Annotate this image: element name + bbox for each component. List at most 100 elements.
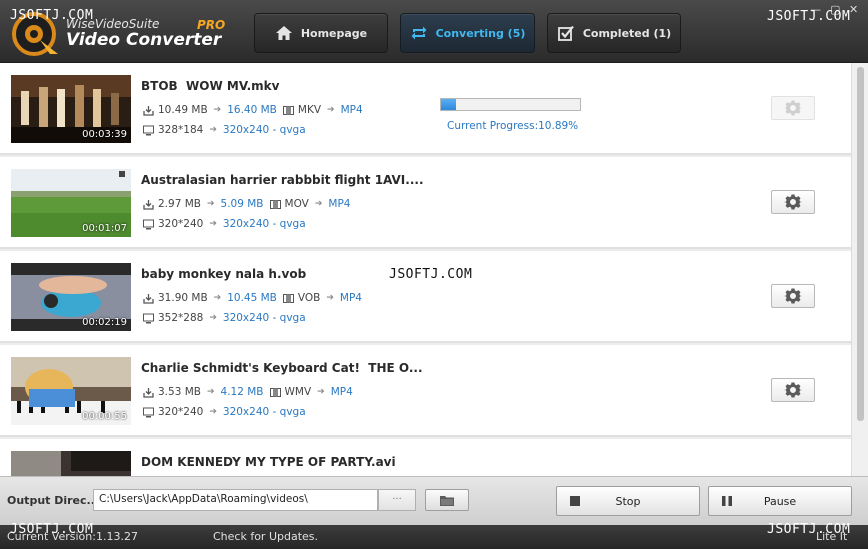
output-directory-field[interactable]: C:\Users\Jack\AppData\Roaming\videos\ — [93, 489, 378, 511]
monitor-icon — [143, 313, 154, 323]
status-bar: Current Version:1.13.27 Check for Update… — [0, 525, 868, 549]
film-icon — [282, 293, 294, 303]
video-title: DOM KENNEDY MY TYPE OF PARTY.avi — [141, 455, 396, 469]
settings-button[interactable] — [771, 378, 815, 402]
monitor-icon — [143, 219, 154, 229]
watermark: JSOFTJ.COM — [10, 8, 94, 23]
progress-fill — [441, 99, 457, 110]
checkbox-icon — [557, 25, 574, 41]
format-out: MP4 — [328, 198, 351, 210]
progress-bar — [440, 98, 581, 111]
size-in: 10.49 MB — [158, 104, 208, 116]
arrow-icon: ➔ — [314, 199, 323, 209]
pause-button[interactable]: Pause — [708, 486, 852, 516]
format-out: MP4 — [330, 386, 353, 398]
resolution-out[interactable]: 320x240 - qvga — [223, 406, 306, 418]
list-item: DOM KENNEDY MY TYPE OF PARTY.avi — [0, 439, 851, 476]
video-title: Charlie Schmidt's Keyboard Cat! THE O... — [141, 361, 423, 375]
size-in: 2.97 MB — [158, 198, 201, 210]
resolution-row: 320*240 ➔ 320x240 - qvga — [143, 218, 306, 230]
monitor-icon — [143, 125, 154, 135]
gear-icon — [784, 100, 802, 116]
size-out: 16.40 MB — [227, 104, 277, 116]
close-button[interactable]: ✕ — [849, 4, 858, 15]
stop-button[interactable]: Stop — [556, 486, 700, 516]
video-title: Australasian harrier rabbbit flight 1AVI… — [141, 173, 424, 187]
video-title: baby monkey nala h.vob — [141, 267, 307, 281]
file-info-row: 2.97 MB ➔ 5.09 MB MOV ➔ MP4 — [143, 198, 350, 210]
video-thumbnail — [11, 451, 131, 476]
size-out: 10.45 MB — [227, 292, 277, 304]
format-out: MP4 — [340, 104, 363, 116]
title-bar: WiseVideoSuite PRO Video Converter Homep… — [0, 0, 868, 63]
list-scrollbar[interactable] — [851, 63, 868, 476]
file-info-row: 10.49 MB ➔ 16.40 MB MKV ➔ MP4 — [143, 104, 363, 116]
arrow-icon: ➔ — [206, 199, 215, 209]
app-title: Video Converter — [66, 30, 222, 50]
file-size-icon — [143, 293, 154, 304]
arrow-icon: ➔ — [209, 219, 217, 229]
tab-completed[interactable]: Completed (1) — [547, 13, 681, 53]
video-duration: 00:03:39 — [82, 129, 127, 140]
format-in: MOV — [284, 198, 309, 210]
output-bar: Output Direc... C:\Users\Jack\AppData\Ro… — [0, 476, 868, 525]
arrow-icon: ➔ — [209, 407, 217, 417]
arrow-icon: ➔ — [326, 293, 334, 303]
size-out: 4.12 MB — [220, 386, 264, 398]
video-duration: 00:02:19 — [82, 317, 127, 328]
list-item: 00:03:39 BTOB WOW MV.mkv 10.49 MB ➔ 16.4… — [0, 63, 851, 155]
home-icon — [275, 26, 292, 40]
resolution-out[interactable]: 320x240 - qvga — [223, 312, 306, 324]
list-item: 00:00:55 Charlie Schmidt's Keyboard Cat!… — [0, 345, 851, 437]
stop-icon — [570, 496, 580, 506]
film-icon — [269, 199, 281, 209]
gear-icon — [784, 382, 802, 398]
video-thumbnail: 00:03:39 — [11, 75, 131, 143]
watermark: JSOFTJ.COM — [767, 522, 851, 537]
resolution-row: 328*184 ➔ 320x240 - qvga — [143, 124, 306, 136]
video-thumbnail: 00:01:07 — [11, 169, 131, 237]
output-directory-label: Output Direc... — [7, 494, 100, 507]
scrollbar-thumb[interactable] — [857, 67, 864, 421]
folder-icon — [440, 495, 454, 506]
video-thumbnail: 00:00:55 — [11, 357, 131, 425]
open-folder-button[interactable] — [425, 489, 469, 511]
tab-completed-label: Completed (1) — [582, 26, 672, 40]
pause-icon — [722, 496, 732, 506]
watermark: JSOFTJ.COM — [10, 522, 94, 537]
resolution-out[interactable]: 320x240 - qvga — [223, 218, 306, 230]
tab-homepage-label: Homepage — [300, 26, 368, 40]
check-updates-link[interactable]: Check for Updates. — [213, 530, 318, 543]
format-in: VOB — [297, 292, 321, 304]
list-item: 00:02:19 baby monkey nala h.vob 31.90 MB… — [0, 251, 851, 343]
video-thumbnail: 00:02:19 — [11, 263, 131, 331]
settings-button[interactable] — [771, 190, 815, 214]
watermark: JSOFTJ.COM — [389, 267, 473, 282]
resolution-in: 320*240 — [158, 406, 204, 418]
resolution-in: 352*288 — [158, 312, 204, 324]
settings-button[interactable] — [771, 284, 815, 308]
format-out: MP4 — [339, 292, 362, 304]
list-item: 00:01:07 Australasian harrier rabbbit fl… — [0, 157, 851, 249]
file-info-row: 31.90 MB ➔ 10.45 MB VOB ➔ MP4 — [143, 292, 362, 304]
resolution-row: 320*240 ➔ 320x240 - qvga — [143, 406, 306, 418]
format-in: MKV — [297, 104, 322, 116]
video-title: BTOB WOW MV.mkv — [141, 79, 280, 93]
browse-button[interactable]: ··· — [378, 489, 416, 511]
file-size-icon — [143, 387, 154, 398]
settings-button[interactable] — [771, 96, 815, 120]
arrow-icon: ➔ — [209, 313, 217, 323]
arrow-icon: ➔ — [317, 387, 325, 397]
watermark: JSOFTJ.COM — [767, 9, 851, 24]
arrow-icon: ➔ — [213, 293, 222, 303]
resolution-row: 352*288 ➔ 320x240 - qvga — [143, 312, 306, 324]
size-in: 3.53 MB — [158, 386, 201, 398]
size-in: 31.90 MB — [158, 292, 208, 304]
film-icon — [282, 105, 294, 115]
resolution-in: 320*240 — [158, 218, 204, 230]
tab-converting[interactable]: Converting (5) — [400, 13, 535, 53]
resolution-out[interactable]: 320x240 - qvga — [223, 124, 306, 136]
convert-arrows-icon — [411, 26, 427, 40]
tab-homepage[interactable]: Homepage — [254, 13, 388, 53]
file-size-icon — [143, 199, 154, 210]
